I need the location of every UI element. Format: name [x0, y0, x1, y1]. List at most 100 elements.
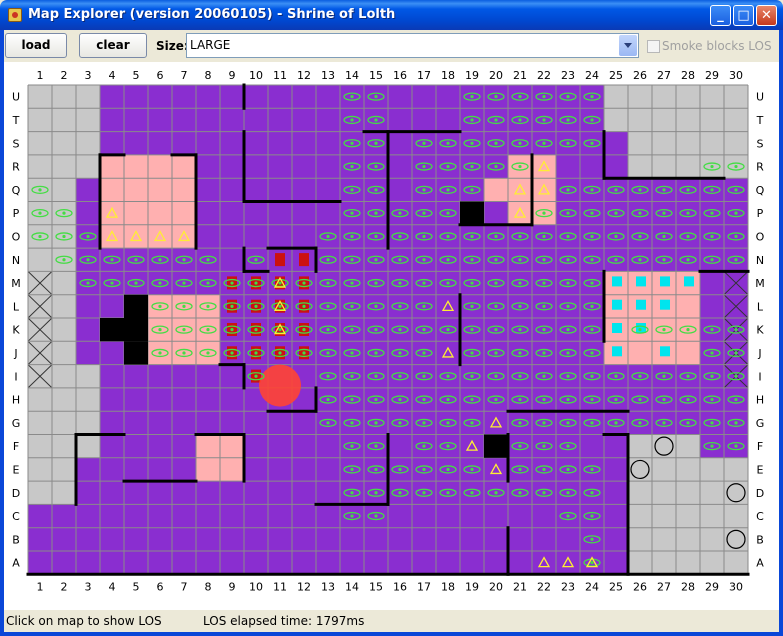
pink-region	[484, 178, 508, 202]
maximize-button[interactable]: □	[733, 5, 754, 26]
visible-eye-icon	[230, 351, 234, 355]
visible-eye-icon	[86, 234, 90, 239]
app-icon	[8, 8, 22, 22]
visible-eye-icon	[566, 514, 570, 518]
visible-eye-icon	[350, 141, 354, 145]
visible-eye-icon	[350, 164, 354, 169]
visible-eye-icon	[686, 234, 690, 239]
visible-eye-icon	[662, 421, 666, 425]
row-label-left: N	[12, 254, 20, 267]
visible-eye-icon	[326, 421, 330, 425]
visible-eye-icon	[518, 258, 522, 262]
visible-eye-icon	[182, 258, 186, 262]
visible-eye-icon	[590, 304, 594, 308]
visible-eye-icon	[710, 258, 714, 262]
visible-eye-icon	[254, 328, 258, 332]
column-label-top: 15	[369, 69, 383, 82]
visible-eye-icon	[734, 188, 738, 192]
column-label-top: 11	[273, 69, 287, 82]
visible-eye-icon	[110, 281, 114, 285]
row-label-left: E	[13, 463, 20, 476]
window-title: Map Explorer (version 20060105) - Shrine…	[28, 7, 396, 22]
visible-eye-icon	[662, 188, 666, 192]
visible-eye-icon	[542, 351, 546, 355]
visible-eye-icon	[566, 258, 570, 262]
column-label-top: 20	[489, 69, 503, 82]
row-label-right: C	[756, 510, 764, 523]
visible-eye-icon	[182, 351, 186, 355]
visible-eye-icon	[662, 328, 666, 332]
cyan-marker	[660, 276, 670, 287]
visible-eye-icon	[566, 234, 570, 239]
row-label-left: I	[14, 370, 17, 383]
visible-eye-icon	[518, 281, 522, 285]
visible-eye-icon	[38, 234, 42, 239]
visible-eye-icon	[662, 397, 666, 402]
visible-eye-icon	[638, 234, 642, 239]
visible-eye-icon	[470, 304, 474, 308]
visible-eye-icon	[470, 328, 474, 332]
visible-eye-icon	[350, 211, 354, 215]
visible-eye-icon	[254, 304, 258, 308]
visible-eye-icon	[374, 351, 378, 355]
visible-eye-icon	[422, 328, 426, 332]
visible-eye-icon	[326, 328, 330, 332]
column-label-bottom: 28	[681, 580, 695, 593]
visible-eye-icon	[182, 281, 186, 285]
visible-eye-icon	[230, 304, 234, 308]
row-label-right: J	[757, 347, 761, 360]
map-grid[interactable]: 1122334455667788991010111112121313141415…	[4, 62, 779, 610]
row-label-left: T	[12, 114, 20, 127]
visible-eye-icon	[590, 211, 594, 215]
visible-eye-icon	[398, 491, 402, 495]
size-select[interactable]: LARGE	[186, 33, 639, 58]
visible-eye-icon	[470, 374, 474, 378]
visible-eye-icon	[302, 328, 306, 332]
chevron-down-icon[interactable]	[619, 35, 637, 56]
visible-eye-icon	[518, 164, 522, 169]
column-label-top: 4	[109, 69, 116, 82]
visible-eye-icon	[62, 211, 66, 215]
visible-eye-icon	[422, 164, 426, 169]
visible-eye-icon	[446, 491, 450, 495]
visible-eye-icon	[254, 351, 258, 355]
status-hint: Click on map to show LOS	[6, 614, 162, 628]
visible-eye-icon	[590, 491, 594, 495]
column-label-bottom: 6	[157, 580, 164, 593]
visible-eye-icon	[542, 374, 546, 378]
visible-eye-icon	[350, 304, 354, 308]
visible-eye-icon	[566, 95, 570, 99]
visible-eye-icon	[446, 188, 450, 192]
visible-eye-icon	[446, 421, 450, 425]
column-label-bottom: 25	[609, 580, 623, 593]
visible-eye-icon	[614, 188, 618, 192]
visible-eye-icon	[422, 188, 426, 192]
visible-eye-icon	[470, 141, 474, 145]
visible-eye-icon	[614, 397, 618, 402]
load-map-button[interactable]: load Map	[5, 33, 67, 75]
visible-eye-icon	[206, 281, 210, 285]
clear-los-button[interactable]: clear LOS	[79, 33, 147, 75]
size-selected-value: LARGE	[190, 38, 231, 52]
visible-eye-icon	[254, 374, 258, 378]
visible-eye-icon	[422, 467, 426, 472]
visible-eye-icon	[206, 351, 210, 355]
row-label-right: R	[756, 161, 764, 174]
visible-eye-icon	[374, 467, 378, 472]
smoke-blocks-los-checkbox[interactable]	[647, 40, 660, 53]
visible-eye-icon	[590, 421, 594, 425]
visible-eye-icon	[710, 234, 714, 239]
close-button[interactable]: ✕	[756, 5, 777, 26]
visible-eye-icon	[614, 421, 618, 425]
visible-eye-icon	[494, 491, 498, 495]
minimize-button[interactable]: _	[710, 5, 731, 26]
visible-eye-icon	[542, 281, 546, 285]
visible-eye-icon	[590, 258, 594, 262]
row-label-right: S	[757, 137, 764, 150]
visible-eye-icon	[38, 188, 42, 192]
row-label-right: M	[755, 277, 765, 290]
visible-eye-icon	[374, 211, 378, 215]
map-panel[interactable]: 1 1 2 2 3 3 4 4 5 5 6 6 7 7 8 8 9 9 10 10 11 11 12 12 13 13 14 14 15…	[4, 62, 779, 610]
visible-eye-icon	[326, 397, 330, 402]
visible-eye-icon	[326, 281, 330, 285]
